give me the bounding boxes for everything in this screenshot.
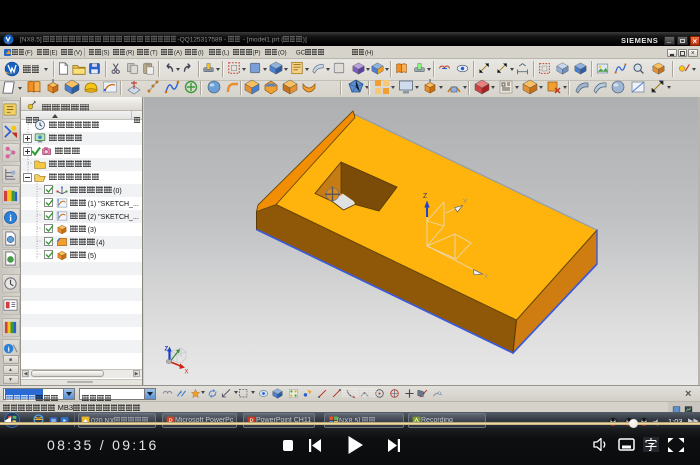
svg-text:i: i bbox=[8, 344, 10, 353]
svg-text:X: X bbox=[185, 370, 189, 376]
svg-text:Z: Z bbox=[423, 193, 428, 200]
svg-text:X: X bbox=[484, 274, 489, 281]
svg-text:i: i bbox=[9, 214, 12, 224]
svg-text:Z: Z bbox=[165, 347, 169, 353]
svg-text:Y: Y bbox=[463, 199, 468, 206]
